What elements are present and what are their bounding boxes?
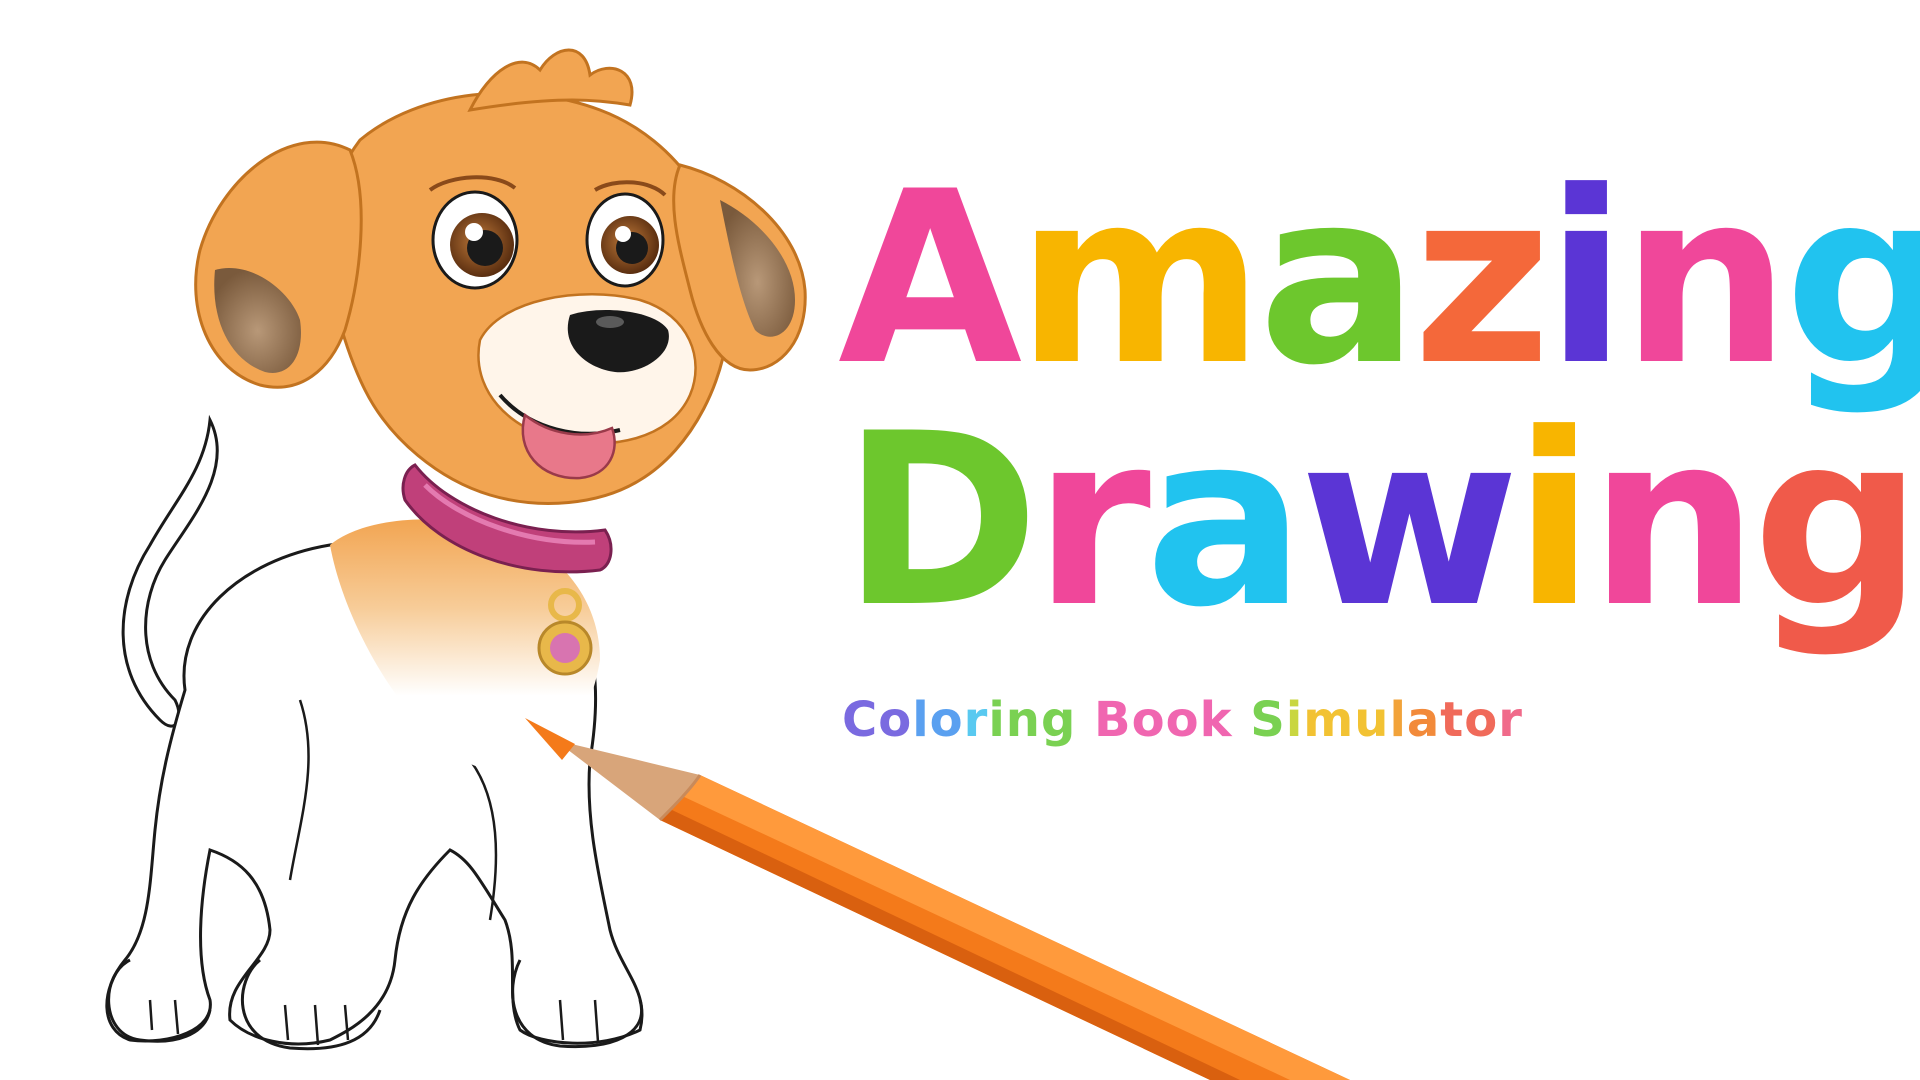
subtitle-letter: i — [1285, 692, 1304, 748]
subtitle-letter: o — [1464, 692, 1499, 748]
title-letter: a — [1258, 141, 1419, 418]
title-letter: n — [1620, 141, 1790, 418]
dog-left-eye — [431, 190, 519, 290]
subtitle-letter: C — [842, 692, 879, 748]
title-letter: a — [1144, 383, 1306, 660]
title-letter: g — [1752, 383, 1920, 660]
title-letter: w — [1299, 383, 1519, 660]
subtitle-letter: n — [1005, 692, 1041, 748]
dog-right-eye — [585, 192, 665, 288]
subtitle-letter: k — [1199, 692, 1233, 748]
subtitle-letter: o — [1131, 692, 1166, 748]
subtitle-letter: o — [1165, 692, 1200, 748]
game-title: Amazing Drawing — [838, 150, 1920, 770]
subtitle-letter: B — [1094, 692, 1132, 748]
title-letter: n — [1589, 383, 1758, 660]
title-letter: m — [1016, 141, 1264, 418]
subtitle-letter: l — [1389, 692, 1407, 748]
title-letter: i — [1545, 141, 1627, 418]
subtitle-letter: o — [929, 692, 964, 748]
title-letter: r — [1033, 383, 1151, 660]
subtitle-letter: S — [1250, 692, 1286, 748]
title-letter: z — [1412, 141, 1551, 418]
subtitle-letter: r — [1498, 692, 1523, 748]
subtitle-letter: l — [912, 692, 930, 748]
title-line-2: Drawing — [842, 383, 1920, 660]
game-subtitle: Coloring Book Simulator — [842, 690, 1523, 750]
subtitle-letter: a — [1406, 692, 1441, 748]
title-letter: i — [1513, 383, 1595, 660]
subtitle-letter — [1076, 690, 1094, 750]
subtitle-letter: u — [1354, 692, 1390, 748]
subtitle-letter — [1233, 690, 1251, 750]
title-letter: A — [838, 141, 1022, 418]
subtitle-letter: t — [1440, 692, 1465, 748]
subtitle-letter: m — [1303, 692, 1355, 748]
splash-screen: Amazing Drawing Coloring Book Simulator — [0, 0, 1920, 1080]
title-letter: D — [842, 383, 1040, 660]
title-line-1: Amazing — [838, 150, 1920, 410]
subtitle-letter: r — [963, 692, 989, 748]
subtitle-letter: i — [988, 692, 1006, 748]
orange-colored-pencil — [525, 718, 1350, 1080]
title-letter: g — [1784, 150, 1920, 410]
subtitle-letter: o — [878, 692, 913, 748]
subtitle-letter: g — [1040, 692, 1077, 748]
dog-fur-tuft — [467, 48, 634, 112]
